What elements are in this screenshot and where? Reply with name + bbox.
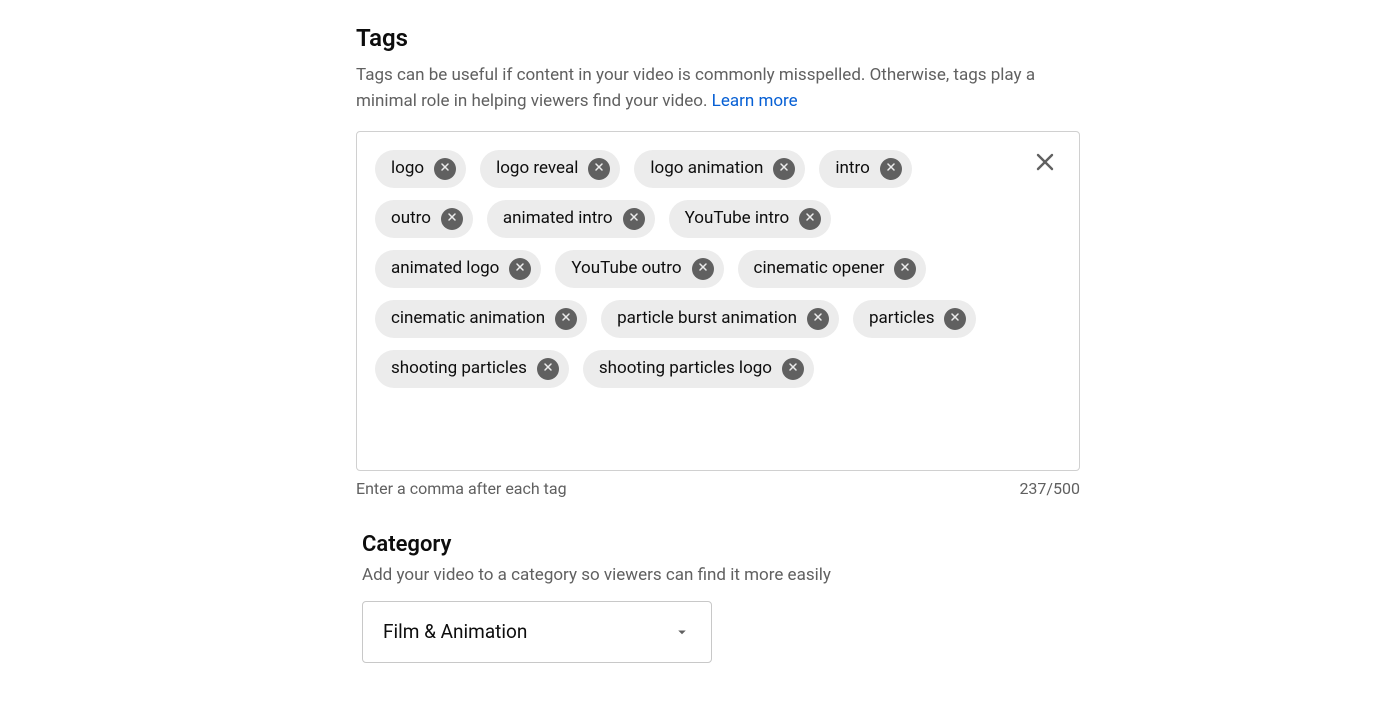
tag-chip: YouTube intro: [669, 200, 832, 238]
tag-chip-label: YouTube intro: [685, 210, 790, 227]
learn-more-link[interactable]: Learn more: [712, 91, 798, 111]
remove-tag-button[interactable]: [441, 208, 463, 230]
remove-tag-button[interactable]: [807, 308, 829, 330]
remove-tag-button[interactable]: [509, 258, 531, 280]
remove-tag-button[interactable]: [880, 158, 902, 180]
tag-chip: particles: [853, 300, 977, 338]
close-icon: [787, 361, 799, 376]
tag-chip: intro: [819, 150, 911, 188]
tag-chip-label: particle burst animation: [617, 310, 797, 327]
tags-description: Tags can be useful if content in your vi…: [356, 62, 1080, 115]
close-icon: [949, 311, 961, 326]
tag-chip: particle burst animation: [601, 300, 839, 338]
close-icon: [542, 361, 554, 376]
tag-chip: logo animation: [634, 150, 805, 188]
remove-tag-button[interactable]: [434, 158, 456, 180]
remove-tag-button[interactable]: [588, 158, 610, 180]
tag-chip-label: particles: [869, 310, 935, 327]
close-icon: [560, 311, 572, 326]
tag-chip-label: intro: [835, 160, 869, 177]
remove-tag-button[interactable]: [537, 358, 559, 380]
close-icon: [697, 261, 709, 276]
tag-chip: cinematic opener: [738, 250, 927, 288]
remove-tag-button[interactable]: [782, 358, 804, 380]
category-description: Add your video to a category so viewers …: [362, 565, 1080, 585]
tag-chip-label: cinematic animation: [391, 310, 545, 327]
tags-char-counter: 237/500: [1019, 479, 1080, 498]
tag-chip: cinematic animation: [375, 300, 587, 338]
close-icon: [628, 211, 640, 226]
remove-tag-button[interactable]: [555, 308, 577, 330]
tag-chip-label: animated logo: [391, 260, 499, 277]
category-selected-value: Film & Animation: [383, 620, 527, 643]
tag-chip: shooting particles logo: [583, 350, 814, 388]
close-icon: [899, 261, 911, 276]
tag-chip: logo reveal: [480, 150, 620, 188]
tag-chip-label: animated intro: [503, 210, 613, 227]
tag-chip: YouTube outro: [555, 250, 723, 288]
chevron-down-icon: [673, 623, 691, 641]
remove-tag-button[interactable]: [799, 208, 821, 230]
remove-tag-button[interactable]: [894, 258, 916, 280]
close-icon: [446, 211, 458, 226]
tag-chip-label: cinematic opener: [754, 260, 885, 277]
tag-chip: logo: [375, 150, 466, 188]
tag-chip: outro: [375, 200, 473, 238]
tags-helper-row: Enter a comma after each tag 237/500: [356, 479, 1080, 498]
category-dropdown[interactable]: Film & Animation: [362, 601, 712, 663]
tags-helper-text: Enter a comma after each tag: [356, 479, 567, 498]
close-icon: [804, 211, 816, 226]
tags-input-box[interactable]: logo logo reveal logo animation intro outro a…: [356, 131, 1080, 471]
tag-chip-label: YouTube outro: [571, 260, 681, 277]
close-icon: [1033, 150, 1057, 177]
tags-description-text: Tags can be useful if content in your vi…: [356, 65, 1035, 111]
tag-chip-label: shooting particles logo: [599, 360, 772, 377]
tag-chip: animated logo: [375, 250, 541, 288]
clear-all-tags-button[interactable]: [1027, 146, 1063, 182]
tags-title: Tags: [356, 24, 1080, 52]
remove-tag-button[interactable]: [692, 258, 714, 280]
category-section: Category Add your video to a category so…: [356, 532, 1080, 663]
close-icon: [778, 161, 790, 176]
close-icon: [593, 161, 605, 176]
category-title: Category: [362, 532, 1080, 557]
remove-tag-button[interactable]: [623, 208, 645, 230]
tag-chip: shooting particles: [375, 350, 569, 388]
tag-chip-label: shooting particles: [391, 360, 527, 377]
remove-tag-button[interactable]: [773, 158, 795, 180]
close-icon: [885, 161, 897, 176]
tag-chip-label: logo: [391, 160, 424, 177]
tag-chip-label: logo reveal: [496, 160, 578, 177]
close-icon: [439, 161, 451, 176]
tag-chip-label: logo animation: [650, 160, 763, 177]
close-icon: [812, 311, 824, 326]
tags-section: Tags Tags can be useful if content in yo…: [356, 24, 1080, 498]
tag-chip-label: outro: [391, 210, 431, 227]
tag-chip-row: logo logo reveal logo animation intro outro a…: [375, 150, 985, 388]
close-icon: [514, 261, 526, 276]
tag-chip: animated intro: [487, 200, 655, 238]
remove-tag-button[interactable]: [944, 308, 966, 330]
